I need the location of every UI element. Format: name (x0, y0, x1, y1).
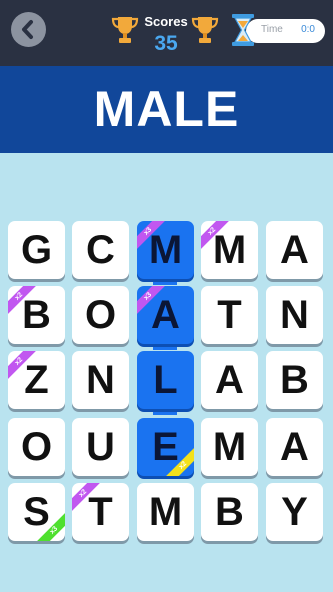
letter-tile[interactable]: N (266, 286, 323, 344)
tile-letter: B (280, 358, 309, 402)
tile-letter: B (215, 490, 244, 534)
tile-letter: A (280, 425, 309, 469)
tile-letter: U (86, 425, 115, 469)
letter-board: G C Mx3 Mx2 A Bx2 O Ax3 T N Zx2 N L A B O U Ex2 M A Sx3 Tx2 M B… (0, 0, 333, 592)
tile-letter: C (86, 228, 115, 272)
letter-tile[interactable]: Sx3 (8, 483, 65, 541)
letter-tile[interactable]: Mx2 (201, 221, 258, 279)
letter-tile[interactable]: Y (266, 483, 323, 541)
letter-tile[interactable]: B (266, 351, 323, 409)
tile-letter: M (148, 490, 183, 534)
letter-tile[interactable]: B (201, 483, 258, 541)
letter-tile[interactable]: M (201, 418, 258, 476)
tile-letter: A (280, 228, 309, 272)
tile-letter: O (84, 293, 117, 337)
letter-tile[interactable]: A (266, 418, 323, 476)
tile-letter: Y (281, 490, 308, 534)
letter-tile[interactable]: U (72, 418, 129, 476)
letter-tile[interactable]: O (8, 418, 65, 476)
tile-letter: A (215, 358, 244, 402)
letter-tile[interactable]: C (72, 221, 129, 279)
letter-tile[interactable]: O (72, 286, 129, 344)
letter-tile[interactable]: Bx2 (8, 286, 65, 344)
tile-letter: O (20, 425, 53, 469)
tile-letter: T (217, 293, 242, 337)
tile-letter: L (153, 358, 178, 402)
letter-tile-selected[interactable]: Mx3 (137, 221, 194, 279)
letter-tile[interactable]: G (8, 221, 65, 279)
letter-tile[interactable]: M (137, 483, 194, 541)
letter-tile[interactable]: A (201, 351, 258, 409)
tile-letter: G (20, 228, 53, 272)
tile-letter: M (212, 425, 247, 469)
tile-letter: N (280, 293, 309, 337)
letter-tile[interactable]: Tx2 (72, 483, 129, 541)
letter-tile-selected[interactable]: L (137, 351, 194, 409)
letter-tile-selected[interactable]: Ex2 (137, 418, 194, 476)
tile-letter: N (86, 358, 115, 402)
letter-tile[interactable]: N (72, 351, 129, 409)
letter-tile[interactable]: T (201, 286, 258, 344)
letter-tile-selected[interactable]: Ax3 (137, 286, 194, 344)
letter-tile[interactable]: A (266, 221, 323, 279)
letter-tile[interactable]: Zx2 (8, 351, 65, 409)
